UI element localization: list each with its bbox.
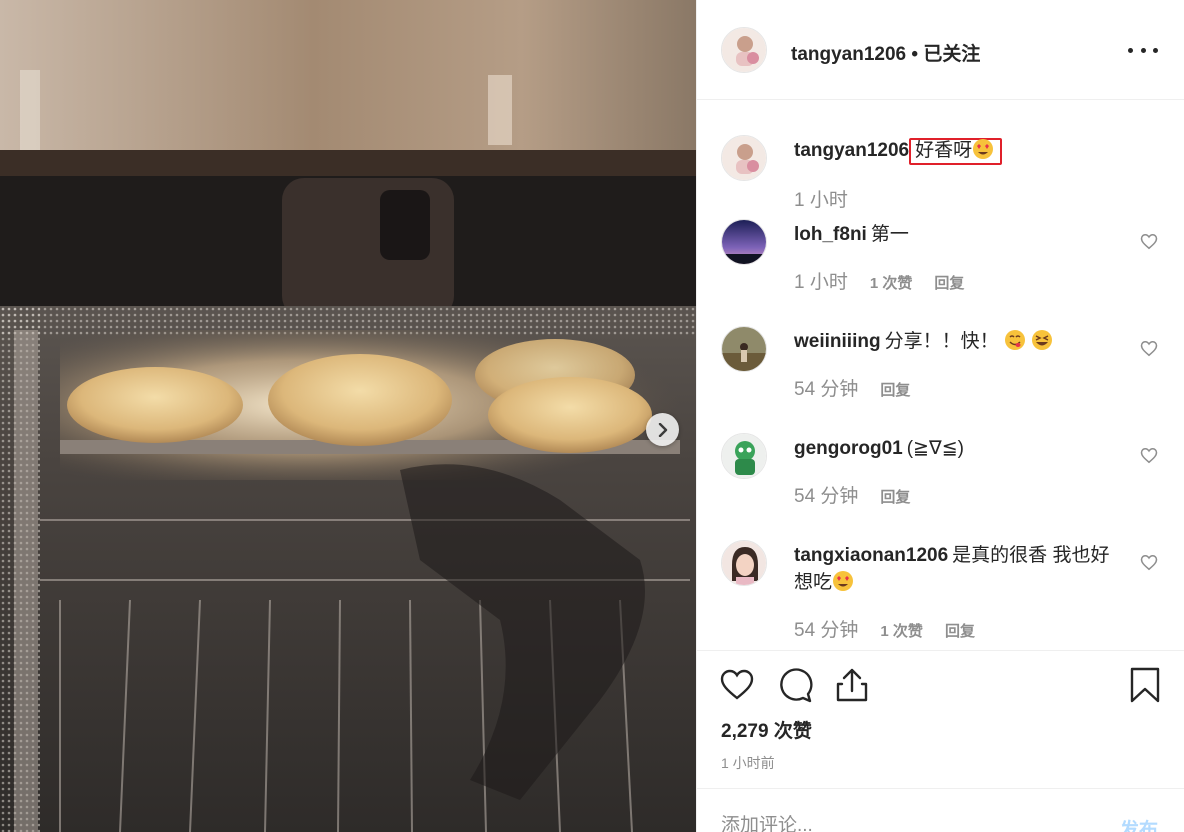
comment-time: 54 分钟 <box>794 379 859 400</box>
comment-username[interactable]: tangyan1206 <box>794 140 909 161</box>
likes-count[interactable]: 2,279 次赞 <box>721 716 812 743</box>
heart-eyes-emoji-icon <box>973 139 994 159</box>
more-dot-icon <box>1153 47 1158 53</box>
reply-button[interactable]: 回复 <box>934 272 964 293</box>
user-avatar-image <box>722 541 766 585</box>
reply-button[interactable]: 回复 <box>880 379 910 400</box>
heart-icon[interactable] <box>1140 447 1158 464</box>
chevron-right-icon <box>658 422 667 437</box>
comment-icon[interactable] <box>777 667 813 703</box>
avatar[interactable] <box>721 433 767 479</box>
comment-likes[interactable]: 1 次赞 <box>880 620 923 641</box>
bookmark-icon[interactable] <box>1127 667 1163 703</box>
next-slide-button[interactable] <box>646 413 679 446</box>
avatar[interactable] <box>721 27 767 73</box>
heart-icon[interactable] <box>1140 340 1158 357</box>
avatar[interactable] <box>721 540 767 586</box>
more-options-button[interactable] <box>1128 38 1158 62</box>
avatar[interactable] <box>721 135 767 181</box>
comment-body: 分享！！快！ <box>884 331 999 352</box>
reply-button[interactable]: 回复 <box>880 486 910 507</box>
comment-time: 1 小时 <box>794 190 848 211</box>
user-avatar-image <box>722 434 766 478</box>
comment-time: 1 小时 <box>794 272 848 293</box>
add-comment-box: 发布 <box>697 788 1184 832</box>
comment-time: 54 分钟 <box>794 620 859 641</box>
comment-likes[interactable]: 1 次赞 <box>870 272 913 293</box>
post-username[interactable]: tangyan1206 <box>791 44 906 65</box>
comment-meta: 54 分钟 回复 <box>794 481 910 508</box>
heart-eyes-emoji-icon <box>833 571 854 591</box>
comment-input[interactable] <box>721 815 1081 832</box>
comment-body: (≧∇≦) <box>906 438 964 459</box>
user-avatar-image <box>722 136 766 180</box>
more-dot-icon <box>1128 47 1133 53</box>
comment-username[interactable]: tangxiaonan1206 <box>794 545 948 566</box>
user-avatar-image <box>722 220 766 264</box>
post-header: tangyan1206 • 已关注 <box>697 0 1184 100</box>
comment-meta: 54 分钟 回复 <box>794 374 910 401</box>
post-media[interactable] <box>0 0 696 832</box>
user-avatar-image <box>722 28 766 72</box>
post-panel: tangyan1206 • 已关注 tangyan1206 好香呀 1 小时 l… <box>696 0 1184 832</box>
oven-photo <box>0 0 696 832</box>
comment-text: tangyan1206 好香呀 <box>794 137 1114 165</box>
comment-meta: 1 小时 <box>794 185 848 212</box>
reply-button[interactable]: 回复 <box>945 620 975 641</box>
separator-dot: • <box>911 44 919 65</box>
comment-username[interactable]: gengorog01 <box>794 438 903 459</box>
user-avatar-image <box>722 327 766 371</box>
heart-icon[interactable] <box>719 667 755 703</box>
comment-text: weiiniiing 分享！！快！ <box>794 328 1114 355</box>
heart-icon[interactable] <box>1140 554 1158 571</box>
comment-meta: 1 小时 1 次赞 回复 <box>794 267 964 294</box>
comment-text: gengorog01 (≧∇≦) <box>794 435 1114 462</box>
post-comment-button[interactable]: 发布 <box>1120 815 1158 832</box>
laughing-emoji-icon <box>1032 330 1053 350</box>
comment-username[interactable]: weiiniiing <box>794 331 881 352</box>
follow-status[interactable]: 已关注 <box>923 44 980 65</box>
header-username-line: tangyan1206 • 已关注 <box>791 39 980 66</box>
avatar[interactable] <box>721 219 767 265</box>
comment-body: 好香呀 <box>915 140 973 161</box>
avatar[interactable] <box>721 326 767 372</box>
comment-text: loh_f8ni 第一 <box>794 221 1114 248</box>
comments-list[interactable]: tangyan1206 好香呀 1 小时 loh_f8ni 第一 1 小时 1 次赞 <box>697 101 1184 649</box>
post-timestamp: 1 小时前 <box>721 755 775 771</box>
share-icon[interactable] <box>834 667 870 703</box>
comment-time: 54 分钟 <box>794 486 859 507</box>
highlighted-comment-text: 好香呀 <box>909 138 1003 165</box>
heart-icon[interactable] <box>1140 233 1158 250</box>
comment-text: tangxiaonan1206 是真的很香 我也好想吃 <box>794 542 1114 596</box>
comment-meta: 54 分钟 1 次赞 回复 <box>794 615 975 642</box>
more-dot-icon <box>1140 47 1146 53</box>
comment-username[interactable]: loh_f8ni <box>794 224 867 245</box>
yum-emoji-icon <box>1004 330 1025 350</box>
comment-body: 第一 <box>870 224 909 245</box>
